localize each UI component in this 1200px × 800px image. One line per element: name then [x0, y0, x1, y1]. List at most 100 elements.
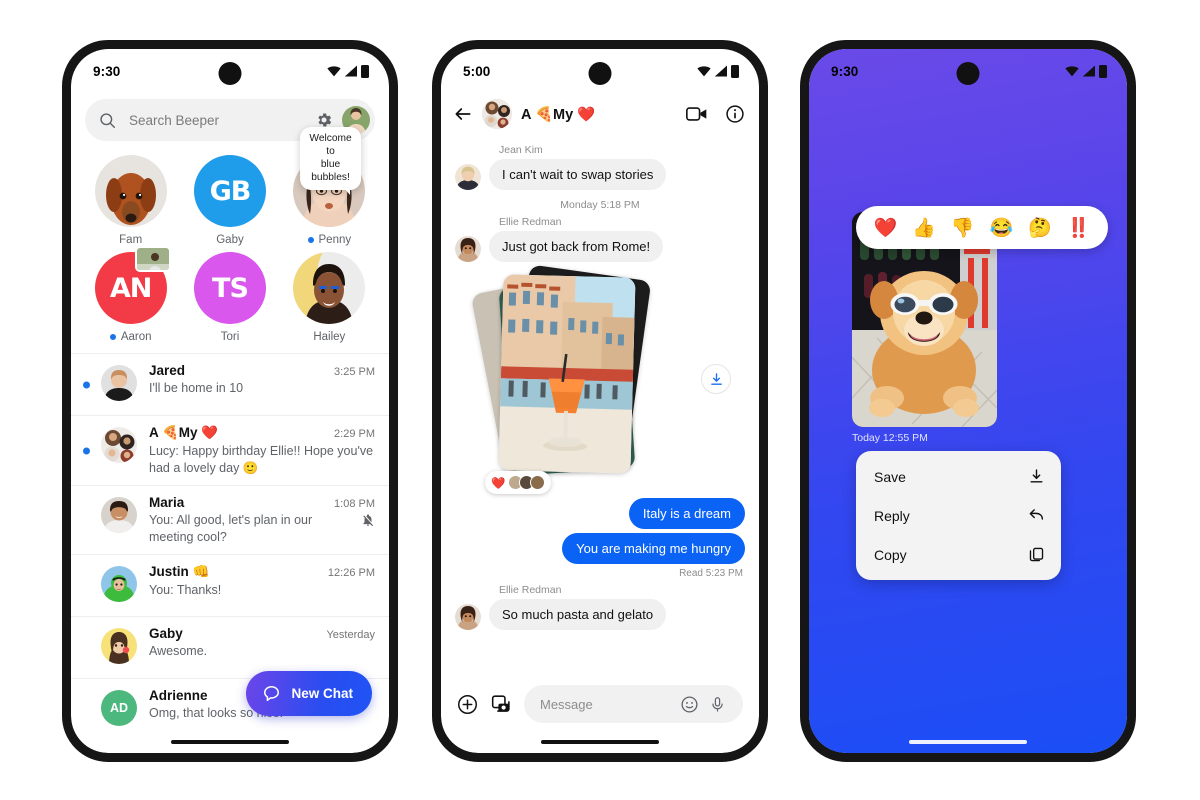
- chat-name: Gaby: [149, 626, 183, 641]
- chat-header-line: Gaby Yesterday: [149, 626, 375, 641]
- reaction-exclamation[interactable]: ‼️: [1067, 216, 1091, 240]
- chat-content: Gaby Yesterday Awesome.: [149, 626, 375, 660]
- status-bar: 9:30: [809, 49, 1127, 93]
- group-avatar-image: [101, 427, 137, 463]
- photo-card-front: [498, 274, 636, 474]
- chat-header-line: Justin 👊 12:26 PM: [149, 564, 375, 580]
- message-bubble-incoming: I can't wait to swap stories: [489, 159, 667, 190]
- status-bar: 5:00: [441, 49, 759, 93]
- reaction-heart[interactable]: ❤️: [873, 216, 897, 240]
- reaction-thinking[interactable]: 🤔: [1028, 216, 1052, 240]
- context-menu-item-reply[interactable]: Reply: [856, 496, 1061, 535]
- signal-icon: [1082, 65, 1095, 77]
- back-arrow-icon[interactable]: [453, 104, 473, 124]
- chat-time: 12:26 PM: [327, 567, 375, 579]
- group-avatar[interactable]: [482, 99, 512, 129]
- avatar: [101, 497, 137, 533]
- photo-stack-message[interactable]: ❤️: [470, 264, 745, 494]
- status-icons: [1065, 64, 1107, 78]
- battery-icon: [361, 64, 369, 78]
- gallery-icon[interactable]: [490, 694, 512, 715]
- info-icon[interactable]: [725, 104, 745, 124]
- story-item-aaron[interactable]: AN Aaron: [81, 246, 180, 343]
- chat-row-gaby[interactable]: Gaby Yesterday Awesome.: [71, 616, 389, 678]
- messages-container: Jean Kim I can't wait to swap stories Mo…: [441, 137, 759, 630]
- chat-row-justin[interactable]: Justin 👊 12:26 PM You: Thanks!: [71, 554, 389, 616]
- context-menu-item-copy[interactable]: Copy: [856, 535, 1061, 574]
- mute-bell-icon: [363, 514, 374, 527]
- story-label: Penny: [307, 234, 352, 246]
- story-item-fam[interactable]: Fam: [81, 155, 180, 246]
- story-avatar: GB: [193, 155, 266, 227]
- story-item-gaby[interactable]: GB Gaby: [180, 155, 279, 246]
- message-bubble-outgoing: You are making me hungry: [562, 533, 745, 564]
- chat-header-line: A 🍕My ❤️ 2:29 PM: [149, 425, 375, 441]
- context-menu-item-save[interactable]: Save: [856, 457, 1061, 496]
- new-chat-label: New Chat: [291, 686, 353, 701]
- download-button[interactable]: [701, 364, 731, 394]
- story-initials: AN: [109, 272, 152, 304]
- new-chat-button[interactable]: New Chat: [246, 671, 372, 716]
- wifi-icon: [1065, 65, 1079, 76]
- download-icon: [710, 372, 722, 385]
- unread-dot: [307, 237, 314, 243]
- chat-row-maria[interactable]: Maria 1:08 PM You: All good, let's plan …: [71, 485, 389, 554]
- chat-preview-text: Lucy: Happy birthday Ellie!! Hope you've…: [149, 444, 374, 475]
- story-item-hailey[interactable]: Hailey: [280, 252, 379, 343]
- welcome-tooltip: Welcome to blue bubbles!: [300, 127, 361, 196]
- status-time: 5:00: [463, 63, 491, 79]
- plus-circle-icon[interactable]: [457, 694, 478, 715]
- hailey-photo: [293, 252, 366, 324]
- chat-preview: Lucy: Happy birthday Ellie!! Hope you've…: [149, 443, 375, 476]
- story-name-text: Hailey: [313, 331, 346, 343]
- story-avatar: [94, 155, 167, 227]
- reactor-avatar: [530, 475, 546, 490]
- photo-reaction-chip[interactable]: ❤️: [485, 471, 552, 494]
- video-camera-icon[interactable]: [686, 105, 708, 123]
- battery-icon: [731, 64, 739, 78]
- message-sender: Ellie Redman: [499, 584, 562, 596]
- reaction-thumbs-up[interactable]: 👍: [912, 216, 936, 240]
- chat-preview: You: All good, let's plan in our meeting…: [149, 512, 375, 545]
- reaction-picker-bar: ❤️ 👍 👎 😂 🤔 ‼️: [856, 206, 1108, 249]
- reaction-laughing[interactable]: 😂: [989, 216, 1013, 240]
- day-timestamp: Monday 5:18 PM: [560, 199, 640, 211]
- avatar: [101, 365, 137, 401]
- chat-content: Jared 3:25 PM I'll be home in 10: [149, 363, 375, 397]
- avatar: [455, 164, 481, 190]
- story-item-tori[interactable]: TS Tori: [180, 252, 279, 343]
- search-input[interactable]: Search Beeper: [129, 113, 315, 128]
- message-row: Just got back from Rome!: [455, 231, 745, 262]
- chat-content: A 🍕My ❤️ 2:29 PM Lucy: Happy birthday El…: [149, 425, 375, 476]
- story-label: Aaron: [109, 331, 152, 343]
- dachshund-photo: [94, 155, 167, 227]
- phone-2-screen: 5:00 A 🍕My ❤️ Jean Kim I can't wait to s…: [441, 49, 759, 753]
- avatar: [455, 236, 481, 262]
- reaction-thumbs-down[interactable]: 👎: [951, 216, 975, 240]
- gaby-memoji: [101, 628, 137, 664]
- unread-dot: [109, 334, 116, 340]
- reaction-emoji: ❤️: [491, 477, 506, 490]
- home-indicator: [909, 740, 1027, 744]
- chat-time: 1:08 PM: [334, 498, 375, 510]
- chat-row-group[interactable]: A 🍕My ❤️ 2:29 PM Lucy: Happy birthday El…: [71, 415, 389, 485]
- message-input[interactable]: Message: [524, 685, 743, 723]
- message-bubble-incoming: Just got back from Rome!: [489, 231, 664, 262]
- chat-row-jared[interactable]: Jared 3:25 PM I'll be home in 10: [71, 353, 389, 415]
- camera-punch-hole: [588, 62, 612, 85]
- status-time: 9:30: [93, 63, 121, 79]
- jean-kim-photo: [455, 164, 481, 190]
- home-indicator: [541, 740, 659, 744]
- chat-preview-text: You: Thanks!: [149, 583, 222, 597]
- reply-arrow-icon: [1029, 509, 1044, 520]
- chat-name: A 🍕My ❤️: [149, 425, 219, 440]
- story-label: Fam: [119, 234, 142, 246]
- story-name-text: Penny: [318, 234, 352, 246]
- chat-time: 3:25 PM: [334, 366, 375, 378]
- microphone-icon[interactable]: [709, 695, 726, 714]
- emoji-icon[interactable]: [680, 695, 699, 714]
- story-item-penny[interactable]: Welcome to blue bubbles! Penny: [280, 127, 379, 246]
- chat-preview: I'll be home in 10: [149, 380, 375, 397]
- chat-content: Justin 👊 12:26 PM You: Thanks!: [149, 564, 375, 599]
- story-photo-badge: [134, 246, 171, 272]
